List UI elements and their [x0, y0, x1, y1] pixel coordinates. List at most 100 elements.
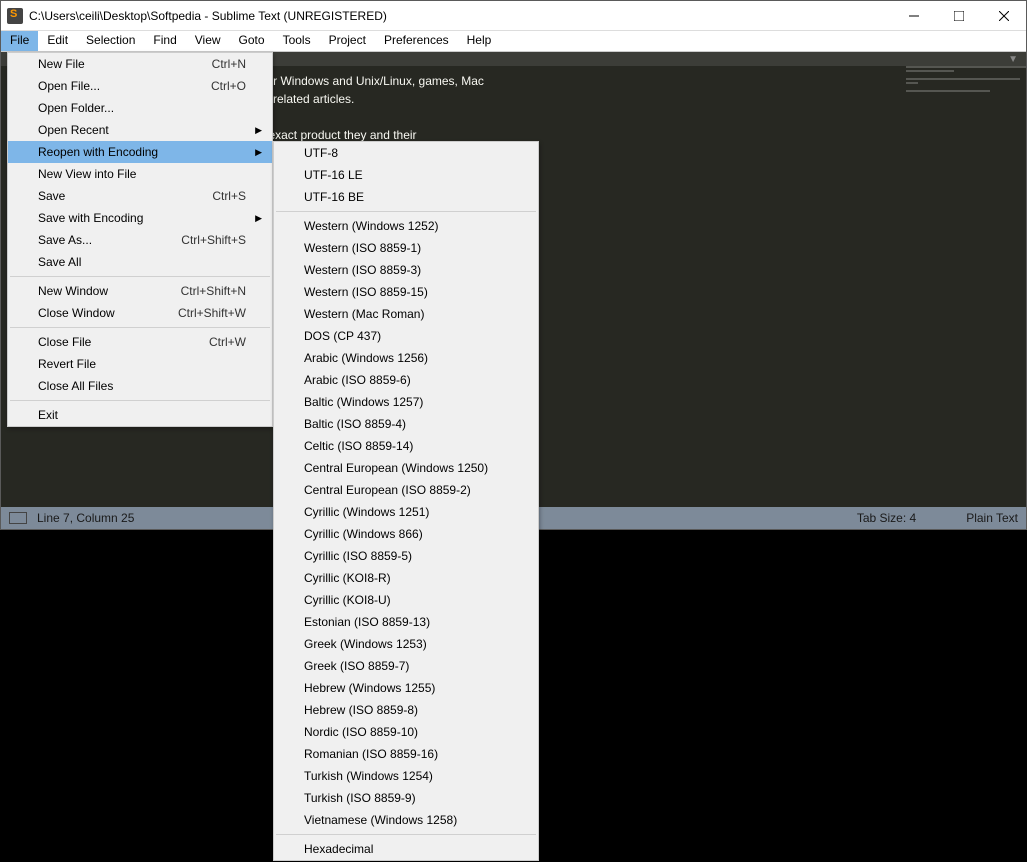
tab-size[interactable]: Tab Size: 4	[857, 511, 916, 525]
encoding-menu-item[interactable]: Western (Mac Roman)	[274, 303, 538, 325]
encoding-menu-item[interactable]: Cyrillic (Windows 866)	[274, 523, 538, 545]
encoding-menu-item[interactable]: Vietnamese (Windows 1258)	[274, 809, 538, 831]
encoding-menu-item[interactable]: Turkish (ISO 8859-9)	[274, 787, 538, 809]
menu-item-label: Nordic (ISO 8859-10)	[304, 725, 418, 739]
encoding-menu-item[interactable]: Western (Windows 1252)	[274, 215, 538, 237]
menu-project[interactable]: Project	[320, 31, 375, 51]
menu-edit[interactable]: Edit	[38, 31, 77, 51]
file-menu-item[interactable]: New FileCtrl+N	[8, 53, 272, 75]
menu-item-label: Romanian (ISO 8859-16)	[304, 747, 438, 761]
minimap[interactable]	[906, 66, 1026, 126]
encoding-menu-item[interactable]: Arabic (ISO 8859-6)	[274, 369, 538, 391]
encoding-menu-separator	[276, 211, 536, 212]
syntax-mode[interactable]: Plain Text	[966, 511, 1018, 525]
encoding-menu-item[interactable]: UTF-16 BE	[274, 186, 538, 208]
menu-tools[interactable]: Tools	[274, 31, 320, 51]
menu-item-label: Cyrillic (Windows 1251)	[304, 505, 429, 519]
menu-view[interactable]: View	[186, 31, 230, 51]
panel-icon[interactable]	[9, 512, 27, 524]
menu-shortcut: Ctrl+S	[212, 189, 246, 203]
menu-item-label: Close File	[38, 335, 91, 349]
file-menu-item[interactable]: Exit	[8, 404, 272, 426]
encoding-menu-item[interactable]: UTF-16 LE	[274, 164, 538, 186]
tab-dropdown-icon[interactable]: ▼	[1008, 54, 1018, 65]
encoding-menu-item[interactable]: Turkish (Windows 1254)	[274, 765, 538, 787]
menu-item-label: Turkish (ISO 8859-9)	[304, 791, 416, 805]
maximize-icon	[954, 11, 964, 21]
menu-item-label: Hebrew (Windows 1255)	[304, 681, 435, 695]
encoding-menu-item[interactable]: Romanian (ISO 8859-16)	[274, 743, 538, 765]
menu-item-label: Greek (Windows 1253)	[304, 637, 427, 651]
maximize-button[interactable]	[936, 1, 981, 30]
minimize-button[interactable]	[891, 1, 936, 30]
menu-file[interactable]: File	[1, 31, 38, 51]
encoding-menu-item[interactable]: Arabic (Windows 1256)	[274, 347, 538, 369]
encoding-menu-item[interactable]: Hexadecimal	[274, 838, 538, 860]
menu-item-label: Celtic (ISO 8859-14)	[304, 439, 413, 453]
file-menu-item[interactable]: Reopen with Encoding▶	[8, 141, 272, 163]
file-menu-item[interactable]: New WindowCtrl+Shift+N	[8, 280, 272, 302]
encoding-menu-item[interactable]: Central European (Windows 1250)	[274, 457, 538, 479]
menu-item-label: Western (Mac Roman)	[304, 307, 424, 321]
menu-preferences[interactable]: Preferences	[375, 31, 458, 51]
file-menu-item[interactable]: Save Ctrl+S	[8, 185, 272, 207]
menu-item-label: Greek (ISO 8859-7)	[304, 659, 409, 673]
menu-item-label: Western (ISO 8859-15)	[304, 285, 428, 299]
menu-shortcut: Ctrl+Shift+W	[178, 306, 246, 320]
encoding-menu-item[interactable]: Greek (ISO 8859-7)	[274, 655, 538, 677]
menu-item-label: Baltic (Windows 1257)	[304, 395, 423, 409]
encoding-menu-item[interactable]: Baltic (Windows 1257)	[274, 391, 538, 413]
encoding-menu-item[interactable]: Nordic (ISO 8859-10)	[274, 721, 538, 743]
menu-item-label: Save All	[38, 255, 81, 269]
encoding-menu-item[interactable]: UTF-8	[274, 142, 538, 164]
encoding-menu-item[interactable]: Estonian (ISO 8859-13)	[274, 611, 538, 633]
encoding-menu-item[interactable]: Central European (ISO 8859-2)	[274, 479, 538, 501]
file-menu-item[interactable]: Revert File	[8, 353, 272, 375]
encoding-menu-item[interactable]: Hebrew (ISO 8859-8)	[274, 699, 538, 721]
file-menu-item[interactable]: Open File...Ctrl+O	[8, 75, 272, 97]
file-menu-item[interactable]: Save As...Ctrl+Shift+S	[8, 229, 272, 251]
file-menu-item[interactable]: New View into File	[8, 163, 272, 185]
menubar: FileEditSelectionFindViewGotoToolsProjec…	[1, 31, 1026, 52]
menu-item-label: Western (ISO 8859-3)	[304, 263, 421, 277]
encoding-menu-item[interactable]: DOS (CP 437)	[274, 325, 538, 347]
menu-item-label: New Window	[38, 284, 108, 298]
encoding-menu-item[interactable]: Celtic (ISO 8859-14)	[274, 435, 538, 457]
encoding-menu-item[interactable]: Western (ISO 8859-3)	[274, 259, 538, 281]
encoding-menu-item[interactable]: Baltic (ISO 8859-4)	[274, 413, 538, 435]
file-menu-item[interactable]: Close All Files	[8, 375, 272, 397]
file-menu-item[interactable]: Close Window Ctrl+Shift+W	[8, 302, 272, 324]
file-menu-separator	[10, 276, 270, 277]
menu-item-label: Western (ISO 8859-1)	[304, 241, 421, 255]
file-menu-item[interactable]: Close FileCtrl+W	[8, 331, 272, 353]
menu-help[interactable]: Help	[458, 31, 501, 51]
menu-item-label: Save	[38, 189, 65, 203]
encoding-menu-item[interactable]: Cyrillic (Windows 1251)	[274, 501, 538, 523]
encoding-menu-item[interactable]: Cyrillic (ISO 8859-5)	[274, 545, 538, 567]
encoding-menu-item[interactable]: Cyrillic (KOI8-R)	[274, 567, 538, 589]
encoding-menu-item[interactable]: Western (ISO 8859-1)	[274, 237, 538, 259]
close-button[interactable]	[981, 1, 1026, 30]
encoding-menu-separator	[276, 834, 536, 835]
file-menu-item[interactable]: Open Recent▶	[8, 119, 272, 141]
encoding-submenu: UTF-8UTF-16 LEUTF-16 BE Western (Windows …	[273, 141, 539, 861]
menu-item-label: Close Window	[38, 306, 115, 320]
menu-selection[interactable]: Selection	[77, 31, 144, 51]
menu-goto[interactable]: Goto	[230, 31, 274, 51]
encoding-menu-item[interactable]: Cyrillic (KOI8-U)	[274, 589, 538, 611]
window-title: C:\Users\ceili\Desktop\Softpedia - Subli…	[29, 9, 891, 23]
file-menu: New FileCtrl+NOpen File...Ctrl+O Open Fol…	[7, 52, 273, 427]
menu-item-label: Cyrillic (ISO 8859-5)	[304, 549, 412, 563]
menu-item-label: Arabic (ISO 8859-6)	[304, 373, 411, 387]
menu-item-label: Open Folder...	[38, 101, 114, 115]
encoding-menu-item[interactable]: Western (ISO 8859-15)	[274, 281, 538, 303]
file-menu-item[interactable]: Save with Encoding▶	[8, 207, 272, 229]
file-menu-item[interactable]: Open Folder...	[8, 97, 272, 119]
file-menu-item[interactable]: Save All	[8, 251, 272, 273]
menu-item-label: Cyrillic (KOI8-R)	[304, 571, 391, 585]
menu-find[interactable]: Find	[144, 31, 185, 51]
file-menu-separator	[10, 327, 270, 328]
encoding-menu-item[interactable]: Greek (Windows 1253)	[274, 633, 538, 655]
encoding-menu-item[interactable]: Hebrew (Windows 1255)	[274, 677, 538, 699]
menu-item-label: Vietnamese (Windows 1258)	[304, 813, 457, 827]
